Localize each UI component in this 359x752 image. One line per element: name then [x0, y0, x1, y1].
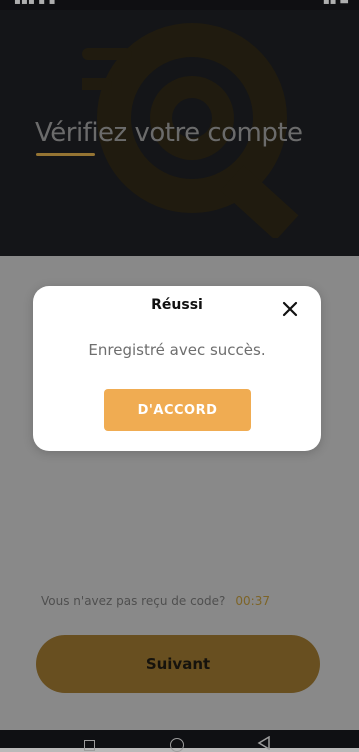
status-bar-right: ▪▪ ▬ [322, 0, 349, 7]
home-icon[interactable] [170, 738, 184, 752]
resend-prompt[interactable]: Vous n'avez pas reçu de code? [41, 594, 225, 608]
status-bar: ▪▪▪ ▪ ▪ ▪▪ ▬ [0, 0, 359, 10]
title-underline [36, 153, 95, 156]
success-dialog: Réussi Enregistré avec succès. D'ACCORD [33, 286, 321, 451]
dialog-message: Enregistré avec succès. [88, 341, 266, 359]
ok-button[interactable]: D'ACCORD [104, 389, 251, 431]
close-button[interactable] [279, 298, 301, 320]
system-nav-bar [0, 730, 359, 752]
dialog-title: Réussi [151, 297, 203, 313]
recent-apps-icon[interactable] [84, 740, 95, 751]
page-title: Vérifiez votre compte [35, 118, 303, 148]
next-button[interactable]: Suivant [36, 635, 320, 693]
resend-timer: 00:37 [235, 594, 270, 608]
resend-row: Vous n'avez pas reçu de code? 00:37 [41, 594, 270, 608]
status-bar-left: ▪▪▪ ▪ ▪ [14, 0, 56, 7]
header: Vérifiez votre compte [0, 10, 359, 256]
close-icon [282, 301, 298, 317]
